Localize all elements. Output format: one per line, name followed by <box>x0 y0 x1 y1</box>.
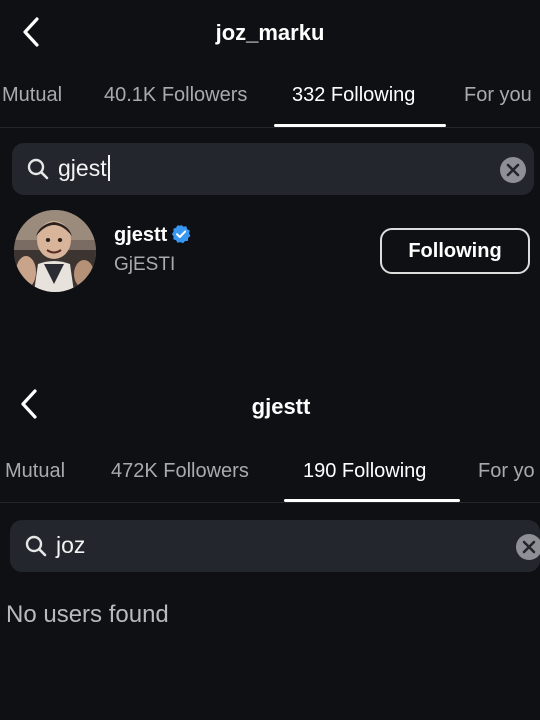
empty-state-message: No users found <box>6 601 169 628</box>
tab-mutual[interactable]: Mutual <box>5 460 65 483</box>
bottom-header: gjestt <box>0 372 540 432</box>
clear-search-icon[interactable] <box>500 157 526 183</box>
following-list-gjestt: gjestt Mutual 472K Followers 190 Followi… <box>0 372 540 720</box>
verified-badge-icon <box>171 224 191 244</box>
search-input[interactable]: gjest <box>58 155 458 182</box>
top-header: joz_marku <box>0 0 540 60</box>
text-caret <box>107 155 110 181</box>
tab-for-you[interactable]: For yo <box>478 460 535 483</box>
following-button[interactable]: Following <box>380 228 530 274</box>
clear-search-icon[interactable] <box>516 534 540 560</box>
result-full-name: GjESTI <box>114 254 176 275</box>
page-title: joz_marku <box>215 20 325 45</box>
tab-bar: Mutual 40.1K Followers 332 Following For… <box>0 70 540 127</box>
tab-followers[interactable]: 40.1K Followers <box>104 84 247 107</box>
list-item[interactable]: gjestt GjESTI Following <box>0 210 540 294</box>
tab-for-you[interactable]: For you <box>464 84 532 107</box>
tab-following[interactable]: 332 Following <box>292 84 415 107</box>
tab-followers[interactable]: 472K Followers <box>111 460 249 483</box>
following-list-joz: joz_marku Mutual 40.1K Followers 332 Fol… <box>0 0 540 330</box>
page-title: gjestt <box>251 394 311 419</box>
result-username[interactable]: gjestt <box>114 224 191 247</box>
tab-divider <box>0 127 540 128</box>
tab-bar: Mutual 472K Followers 190 Following For … <box>0 444 540 502</box>
search-field[interactable]: joz <box>10 520 540 572</box>
tab-following[interactable]: 190 Following <box>303 460 426 483</box>
avatar[interactable] <box>14 210 96 292</box>
search-field[interactable]: gjest <box>12 143 534 195</box>
username-label: gjestt <box>114 224 168 246</box>
tab-mutual[interactable]: Mutual <box>2 84 62 107</box>
search-icon <box>24 534 48 558</box>
search-input[interactable]: joz <box>56 532 456 559</box>
tab-divider <box>0 502 540 503</box>
search-icon <box>26 157 50 181</box>
